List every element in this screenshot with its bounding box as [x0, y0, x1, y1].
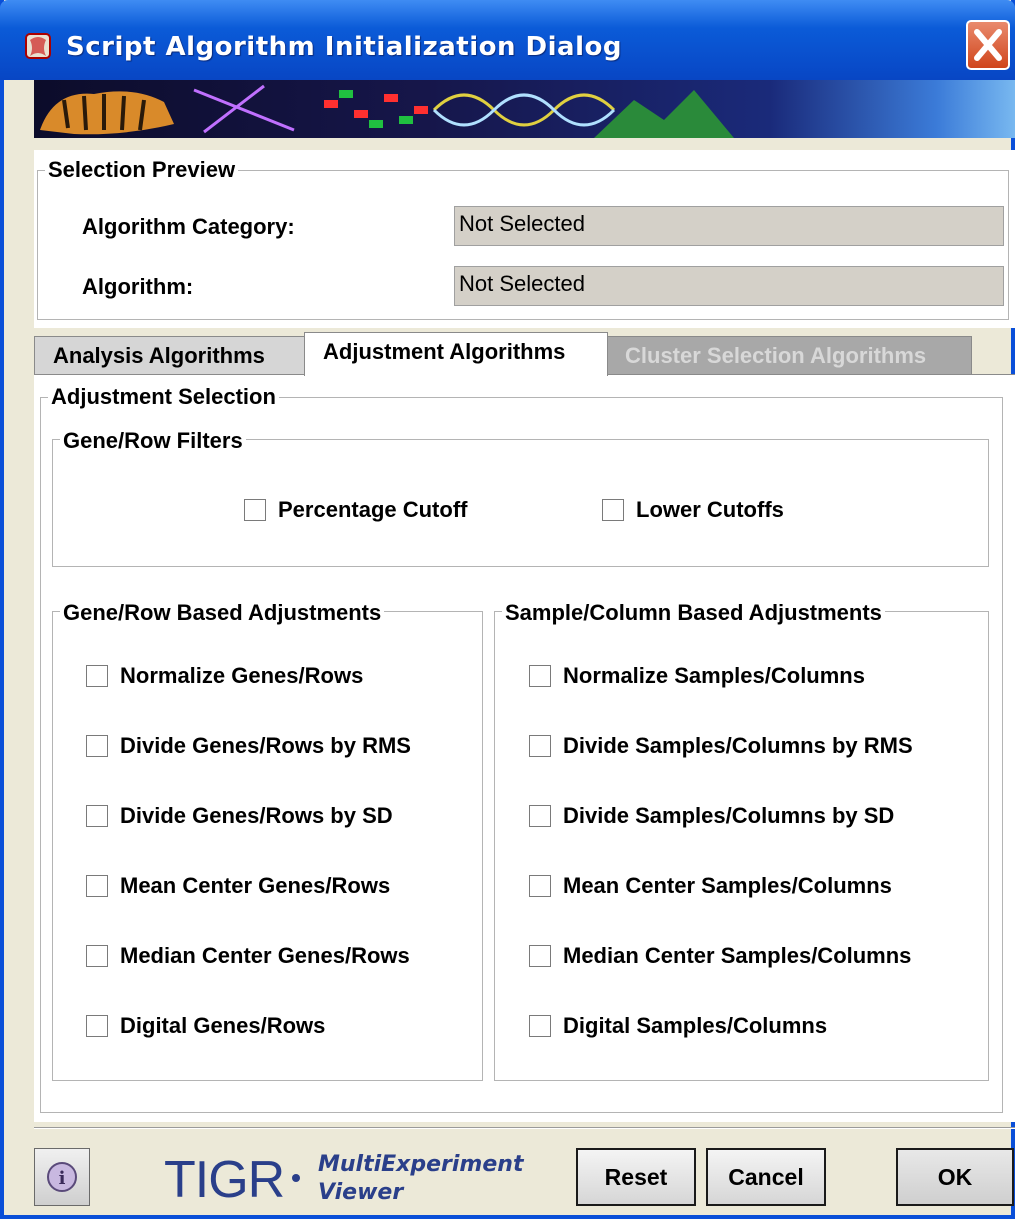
adjustment-selection-title: Adjustment Selection	[48, 385, 279, 409]
checkbox-label: Percentage Cutoff	[278, 497, 468, 522]
tigr-logo-dot	[292, 1174, 300, 1182]
dialog-window: Script Algorithm Initialization Dialog S…	[0, 0, 1015, 1219]
checkbox-label: Median Center Genes/Rows	[120, 943, 410, 968]
checkbox-box[interactable]	[602, 499, 624, 521]
median-center-samples-columns-checkbox[interactable]: Median Center Samples/Columns	[529, 943, 911, 969]
checkbox-label: Lower Cutoffs	[636, 497, 784, 522]
mean-center-samples-columns-checkbox[interactable]: Mean Center Samples/Columns	[529, 873, 892, 899]
tigr-logo-sub2: Viewer	[318, 1180, 404, 1205]
algorithm-label: Algorithm:	[82, 274, 194, 299]
checkbox-box[interactable]	[244, 499, 266, 521]
divide-samples-columns-rms-checkbox[interactable]: Divide Samples/Columns by RMS	[529, 733, 913, 759]
checkbox-box[interactable]	[529, 1015, 551, 1037]
checkbox-box[interactable]	[529, 805, 551, 827]
tigr-logo-text: TIGR	[164, 1151, 285, 1209]
checkbox-label: Digital Genes/Rows	[120, 1013, 326, 1038]
checkbox-label: Divide Genes/Rows by SD	[120, 803, 393, 828]
checkbox-box[interactable]	[529, 945, 551, 967]
tab-adjustment-algorithms[interactable]: Adjustment Algorithms	[304, 332, 608, 376]
checkbox-label: Digital Samples/Columns	[563, 1013, 828, 1038]
tab-cluster-selection-algorithms: Cluster Selection Algorithms	[606, 336, 972, 374]
checkbox-box[interactable]	[86, 945, 108, 967]
digital-genes-rows-checkbox[interactable]: Digital Genes/Rows	[86, 1013, 325, 1039]
normalize-samples-columns-checkbox[interactable]: Normalize Samples/Columns	[529, 663, 865, 689]
checkbox-box[interactable]	[86, 805, 108, 827]
checkbox-label: Normalize Samples/Columns	[563, 663, 865, 688]
checkbox-box[interactable]	[529, 665, 551, 687]
checkbox-box[interactable]	[86, 875, 108, 897]
percentage-cutoff-checkbox[interactable]: Percentage Cutoff	[244, 497, 467, 523]
gene-row-adjustments-title: Gene/Row Based Adjustments	[60, 601, 385, 625]
digital-samples-columns-checkbox[interactable]: Digital Samples/Columns	[529, 1013, 827, 1039]
gene-row-filters-group	[52, 439, 989, 567]
algorithm-category-field: Not Selected	[454, 206, 1004, 246]
checkbox-box[interactable]	[86, 1015, 108, 1037]
median-center-genes-rows-checkbox[interactable]: Median Center Genes/Rows	[86, 943, 410, 969]
window-title: Script Algorithm Initialization Dialog	[66, 32, 622, 62]
info-icon: i	[47, 1162, 77, 1192]
svg-text:i: i	[59, 1168, 66, 1189]
checkbox-label: Divide Genes/Rows by RMS	[120, 733, 411, 758]
selection-preview-panel: Selection Preview Algorithm Category: No…	[34, 150, 1015, 328]
selection-preview-title: Selection Preview	[45, 158, 239, 182]
footer-separator	[34, 1127, 1015, 1129]
lower-cutoffs-checkbox[interactable]: Lower Cutoffs	[602, 497, 784, 523]
checkbox-label: Mean Center Samples/Columns	[563, 873, 892, 898]
checkbox-box[interactable]	[86, 665, 108, 687]
divide-genes-rows-rms-checkbox[interactable]: Divide Genes/Rows by RMS	[86, 733, 411, 759]
checkbox-label: Divide Samples/Columns by RMS	[563, 733, 913, 758]
divide-genes-rows-sd-checkbox[interactable]: Divide Genes/Rows by SD	[86, 803, 393, 829]
checkbox-label: Mean Center Genes/Rows	[120, 873, 391, 898]
tigr-banner-image	[34, 80, 1015, 138]
app-icon	[25, 33, 51, 59]
mean-center-genes-rows-checkbox[interactable]: Mean Center Genes/Rows	[86, 873, 390, 899]
ok-button[interactable]: OK	[896, 1148, 1014, 1206]
tigr-logo-sub1: MultiExperiment	[318, 1152, 524, 1177]
normalize-genes-rows-checkbox[interactable]: Normalize Genes/Rows	[86, 663, 363, 689]
reset-button[interactable]: Reset	[576, 1148, 696, 1206]
checkbox-label: Normalize Genes/Rows	[120, 663, 364, 688]
checkbox-label: Median Center Samples/Columns	[563, 943, 912, 968]
close-button[interactable]	[966, 20, 1010, 70]
divide-samples-columns-sd-checkbox[interactable]: Divide Samples/Columns by SD	[529, 803, 894, 829]
adjustment-tab-panel: Adjustment Selection Gene/Row Filters Pe…	[34, 374, 1015, 1122]
tigr-logo: TIGR MultiExperiment Viewer	[164, 1150, 524, 1210]
title-bar[interactable]: Script Algorithm Initialization Dialog	[0, 0, 1015, 80]
info-button[interactable]: i	[34, 1148, 90, 1206]
checkbox-box[interactable]	[86, 735, 108, 757]
checkbox-box[interactable]	[529, 735, 551, 757]
algorithm-field: Not Selected	[454, 266, 1004, 306]
checkbox-box[interactable]	[529, 875, 551, 897]
tab-analysis-algorithms[interactable]: Analysis Algorithms	[34, 336, 306, 374]
algorithm-category-label: Algorithm Category:	[82, 214, 295, 239]
checkbox-label: Divide Samples/Columns by SD	[563, 803, 895, 828]
close-icon	[974, 29, 1002, 61]
cancel-button[interactable]: Cancel	[706, 1148, 826, 1206]
sample-column-adjustments-title: Sample/Column Based Adjustments	[502, 601, 885, 625]
gene-row-filters-title: Gene/Row Filters	[60, 429, 246, 453]
